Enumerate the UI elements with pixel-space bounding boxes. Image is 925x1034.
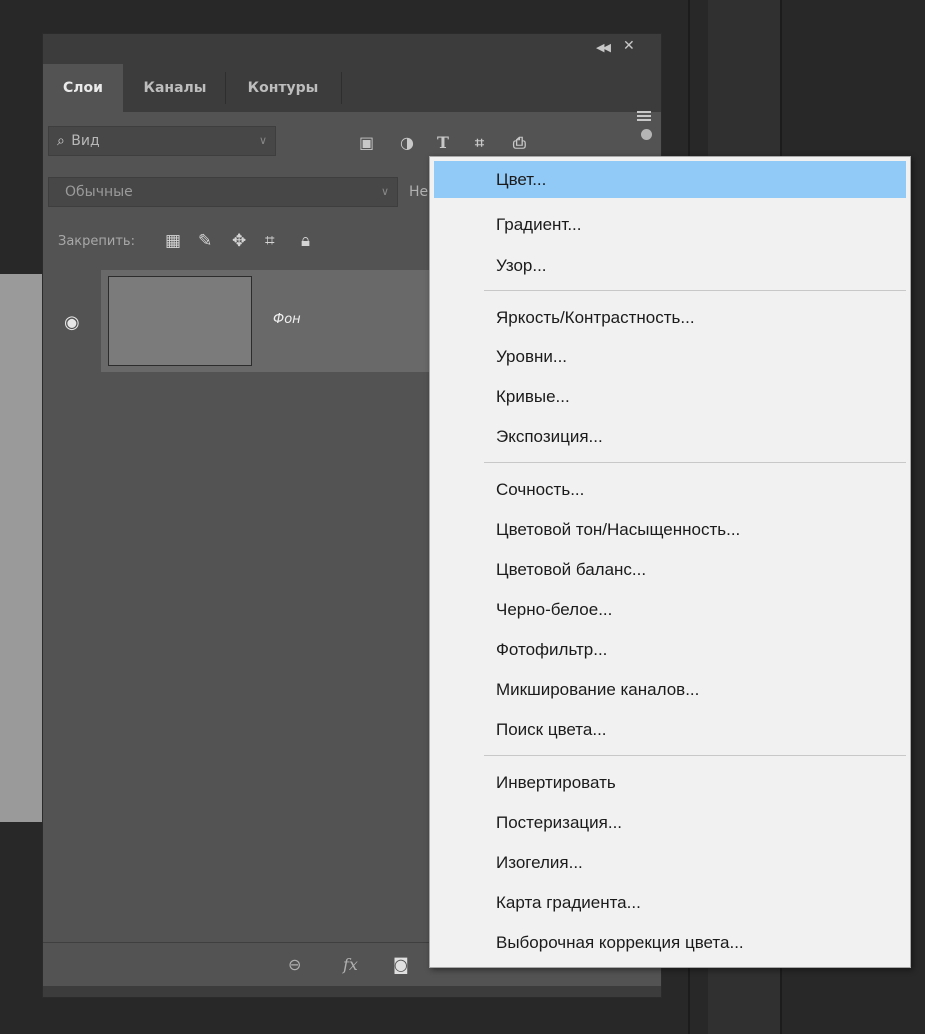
opacity-label: Не [409, 184, 429, 200]
menu-item-color-lookup[interactable]: Поиск цвета... [434, 711, 906, 748]
menu-separator [484, 290, 906, 291]
lock-image-pixels-icon[interactable]: ✎ [198, 231, 212, 251]
menu-item-threshold[interactable]: Изогелия... [434, 844, 906, 881]
menu-item-gradient-map[interactable]: Карта градиента... [434, 884, 906, 921]
filter-toggle[interactable] [641, 129, 652, 140]
canvas-preview-strip [0, 274, 42, 822]
blend-mode-select[interactable]: Обычные ∨ [48, 177, 398, 207]
lock-transparent-pixels-icon[interactable]: ▦ [165, 231, 181, 251]
lock-label: Закрепить: [58, 234, 135, 249]
menu-item-photo-filter[interactable]: Фотофильтр... [434, 631, 906, 668]
add-mask-icon[interactable]: ◙ [393, 955, 409, 974]
tab-layers[interactable]: Слои [43, 64, 123, 112]
menu-separator [484, 755, 906, 756]
type-filter-icon[interactable]: T [437, 133, 449, 152]
menu-item-curves[interactable]: Кривые... [434, 378, 906, 415]
collapse-panel-icon[interactable]: ◀◀ [596, 41, 611, 54]
menu-item-selective-color[interactable]: Выборочная коррекция цвета... [434, 924, 906, 961]
menu-item-gradient[interactable]: Градиент... [434, 206, 906, 243]
menu-separator [484, 462, 906, 463]
menu-item-solid-color[interactable]: Цвет... [434, 161, 906, 198]
layer-style-fx-icon[interactable]: fx [343, 955, 358, 974]
panel-menu-icon[interactable] [637, 111, 651, 123]
menu-item-brightness-contrast[interactable]: Яркость/Контрастность... [434, 299, 906, 336]
blend-mode-value: Обычные [65, 184, 133, 200]
tab-separator [225, 72, 226, 104]
tab-paths[interactable]: Контуры [227, 64, 339, 112]
eye-icon: ◉ [64, 312, 80, 333]
panel-header: ◀◀ ✕ [43, 34, 661, 64]
tab-separator [341, 72, 342, 104]
menu-item-black-white[interactable]: Черно-белое... [434, 591, 906, 628]
menu-item-color-balance[interactable]: Цветовой баланс... [434, 551, 906, 588]
image-filter-icon[interactable]: ▣ [359, 133, 374, 152]
layer-name: Фон [273, 312, 301, 327]
layer-thumbnail [108, 276, 252, 366]
menu-item-posterize[interactable]: Постеризация... [434, 804, 906, 841]
layer-filter-select[interactable]: ⌕ Вид ∨ [48, 126, 276, 156]
menu-item-levels[interactable]: Уровни... [434, 338, 906, 375]
lock-artboard-icon[interactable]: ⌗ [265, 231, 275, 251]
shape-filter-icon[interactable]: ⌗ [475, 133, 484, 153]
menu-item-vibrance[interactable]: Сочность... [434, 471, 906, 508]
search-icon: ⌕ [57, 133, 65, 149]
chevron-down-icon: ∨ [258, 134, 267, 147]
menu-item-pattern[interactable]: Узор... [434, 247, 906, 284]
close-icon[interactable]: ✕ [623, 38, 635, 54]
link-layers-icon[interactable]: ⊖ [288, 955, 301, 974]
panel-resize-bar [43, 986, 661, 997]
filter-placeholder: Вид [71, 133, 100, 149]
menu-item-hue-saturation[interactable]: Цветовой тон/Насыщенность... [434, 511, 906, 548]
adjustment-filter-icon[interactable]: ◑ [400, 133, 414, 152]
panel-tab-bar: Слои Каналы Контуры [43, 64, 661, 121]
chevron-down-icon: ∨ [380, 185, 389, 198]
tab-channels[interactable]: Каналы [125, 64, 225, 112]
layer-visibility-toggle[interactable]: ◉ [43, 270, 101, 372]
menu-item-channel-mixer[interactable]: Микширование каналов... [434, 671, 906, 708]
menu-item-invert[interactable]: Инвертировать [434, 764, 906, 801]
menu-item-exposure[interactable]: Экспозиция... [434, 418, 906, 455]
lock-position-icon[interactable]: ✥ [232, 231, 246, 251]
smart-object-filter-icon[interactable]: ⎙ [513, 133, 526, 153]
lock-all-icon[interactable]: 🔒︎ [301, 231, 310, 251]
adjustment-layer-menu: Цвет... Градиент... Узор... Яркость/Конт… [429, 156, 911, 968]
